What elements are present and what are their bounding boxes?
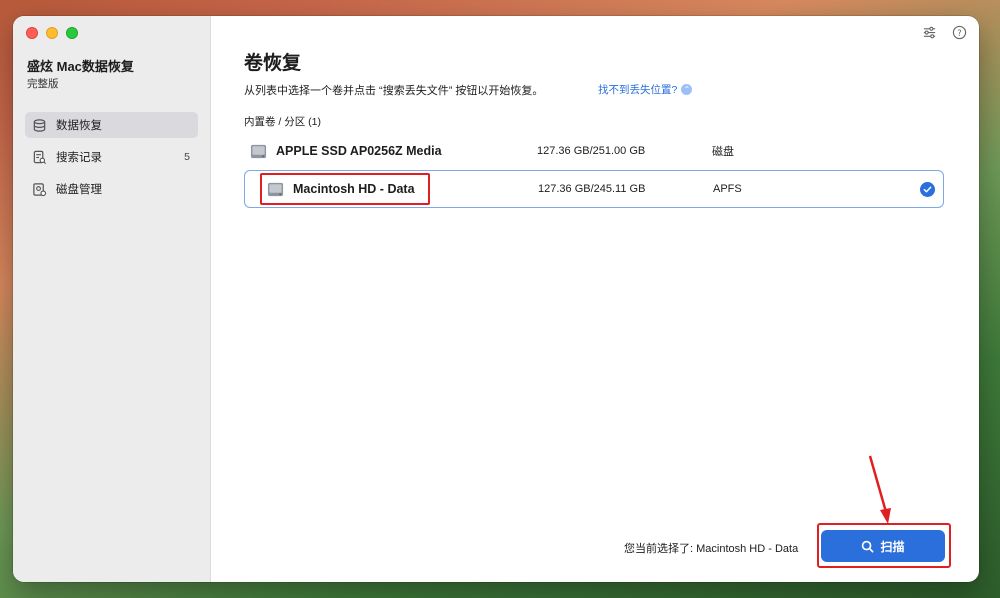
volume-size: 127.36 GB/245.11 GB — [538, 183, 646, 195]
svg-text:?: ? — [957, 27, 961, 37]
volume-row-selected[interactable]: Macintosh HD - Data 127.36 GB/245.11 GB … — [244, 170, 944, 208]
chevron-up-icon: ⌃ — [681, 84, 693, 95]
section-label: 内置卷 / 分区 (1) — [244, 116, 322, 128]
window-controls — [26, 27, 78, 39]
sidebar-item-disk-management[interactable]: 磁盘管理 — [25, 176, 198, 202]
sidebar-nav: 数据恢复 搜索记录 5 磁盘管理 — [25, 112, 198, 208]
app-title: 盛炫 Mac数据恢复 — [27, 59, 134, 74]
sidebar-item-search-history[interactable]: 搜索记录 5 — [25, 144, 198, 170]
page-title: 卷恢复 — [244, 53, 302, 74]
data-recovery-icon — [31, 117, 47, 133]
app-window: 盛炫 Mac数据恢复 完整版 数据恢复 搜索记录 5 磁盘管理 ? 卷恢复 从列… — [13, 16, 979, 582]
checkmark-icon — [920, 181, 935, 197]
volume-name: Macintosh HD - Data — [293, 182, 415, 196]
volume-size: 127.36 GB/251.00 GB — [537, 145, 646, 157]
help-link[interactable]: 找不到丢失位置? ⌃ — [598, 82, 693, 97]
volume-row[interactable]: APPLE SSD AP0256Z Media 127.36 GB/251.00… — [244, 132, 944, 170]
hard-drive-icon — [250, 144, 267, 158]
search-icon — [862, 540, 874, 552]
volume-type: 磁盘 — [712, 146, 734, 158]
scan-button-label: 扫描 — [880, 539, 905, 554]
disk-management-icon — [31, 181, 47, 197]
help-icon[interactable]: ? — [951, 24, 967, 40]
sidebar: 盛炫 Mac数据恢复 完整版 数据恢复 搜索记录 5 磁盘管理 — [13, 16, 211, 582]
sidebar-item-label: 磁盘管理 — [56, 184, 102, 196]
volume-name: APPLE SSD AP0256Z Media — [276, 144, 442, 158]
scan-button[interactable]: 扫描 — [821, 530, 945, 562]
close-window-button[interactable] — [26, 27, 38, 39]
sidebar-item-label: 数据恢复 — [56, 120, 102, 132]
sidebar-item-label: 搜索记录 — [56, 152, 102, 164]
help-link-label: 找不到丢失位置? — [598, 84, 678, 96]
count-badge: 5 — [184, 151, 190, 163]
settings-sliders-icon[interactable] — [921, 24, 937, 40]
sidebar-item-data-recovery[interactable]: 数据恢复 — [25, 112, 198, 138]
selection-status: 您当前选择了: Macintosh HD - Data — [624, 543, 799, 555]
minimize-window-button[interactable] — [46, 27, 58, 39]
instruction-text: 从列表中选择一个卷并点击 “搜索丢失文件” 按钮以开始恢复。 — [244, 85, 544, 97]
app-edition: 完整版 — [27, 78, 59, 90]
volume-type: APFS — [713, 183, 742, 195]
maximize-window-button[interactable] — [66, 27, 78, 39]
annotation-arrow — [868, 455, 891, 524]
search-history-icon — [31, 149, 47, 165]
hard-drive-icon — [267, 182, 284, 196]
main-content: ? 卷恢复 从列表中选择一个卷并点击 “搜索丢失文件” 按钮以开始恢复。 找不到… — [211, 16, 979, 582]
toolbar: ? — [921, 24, 967, 40]
